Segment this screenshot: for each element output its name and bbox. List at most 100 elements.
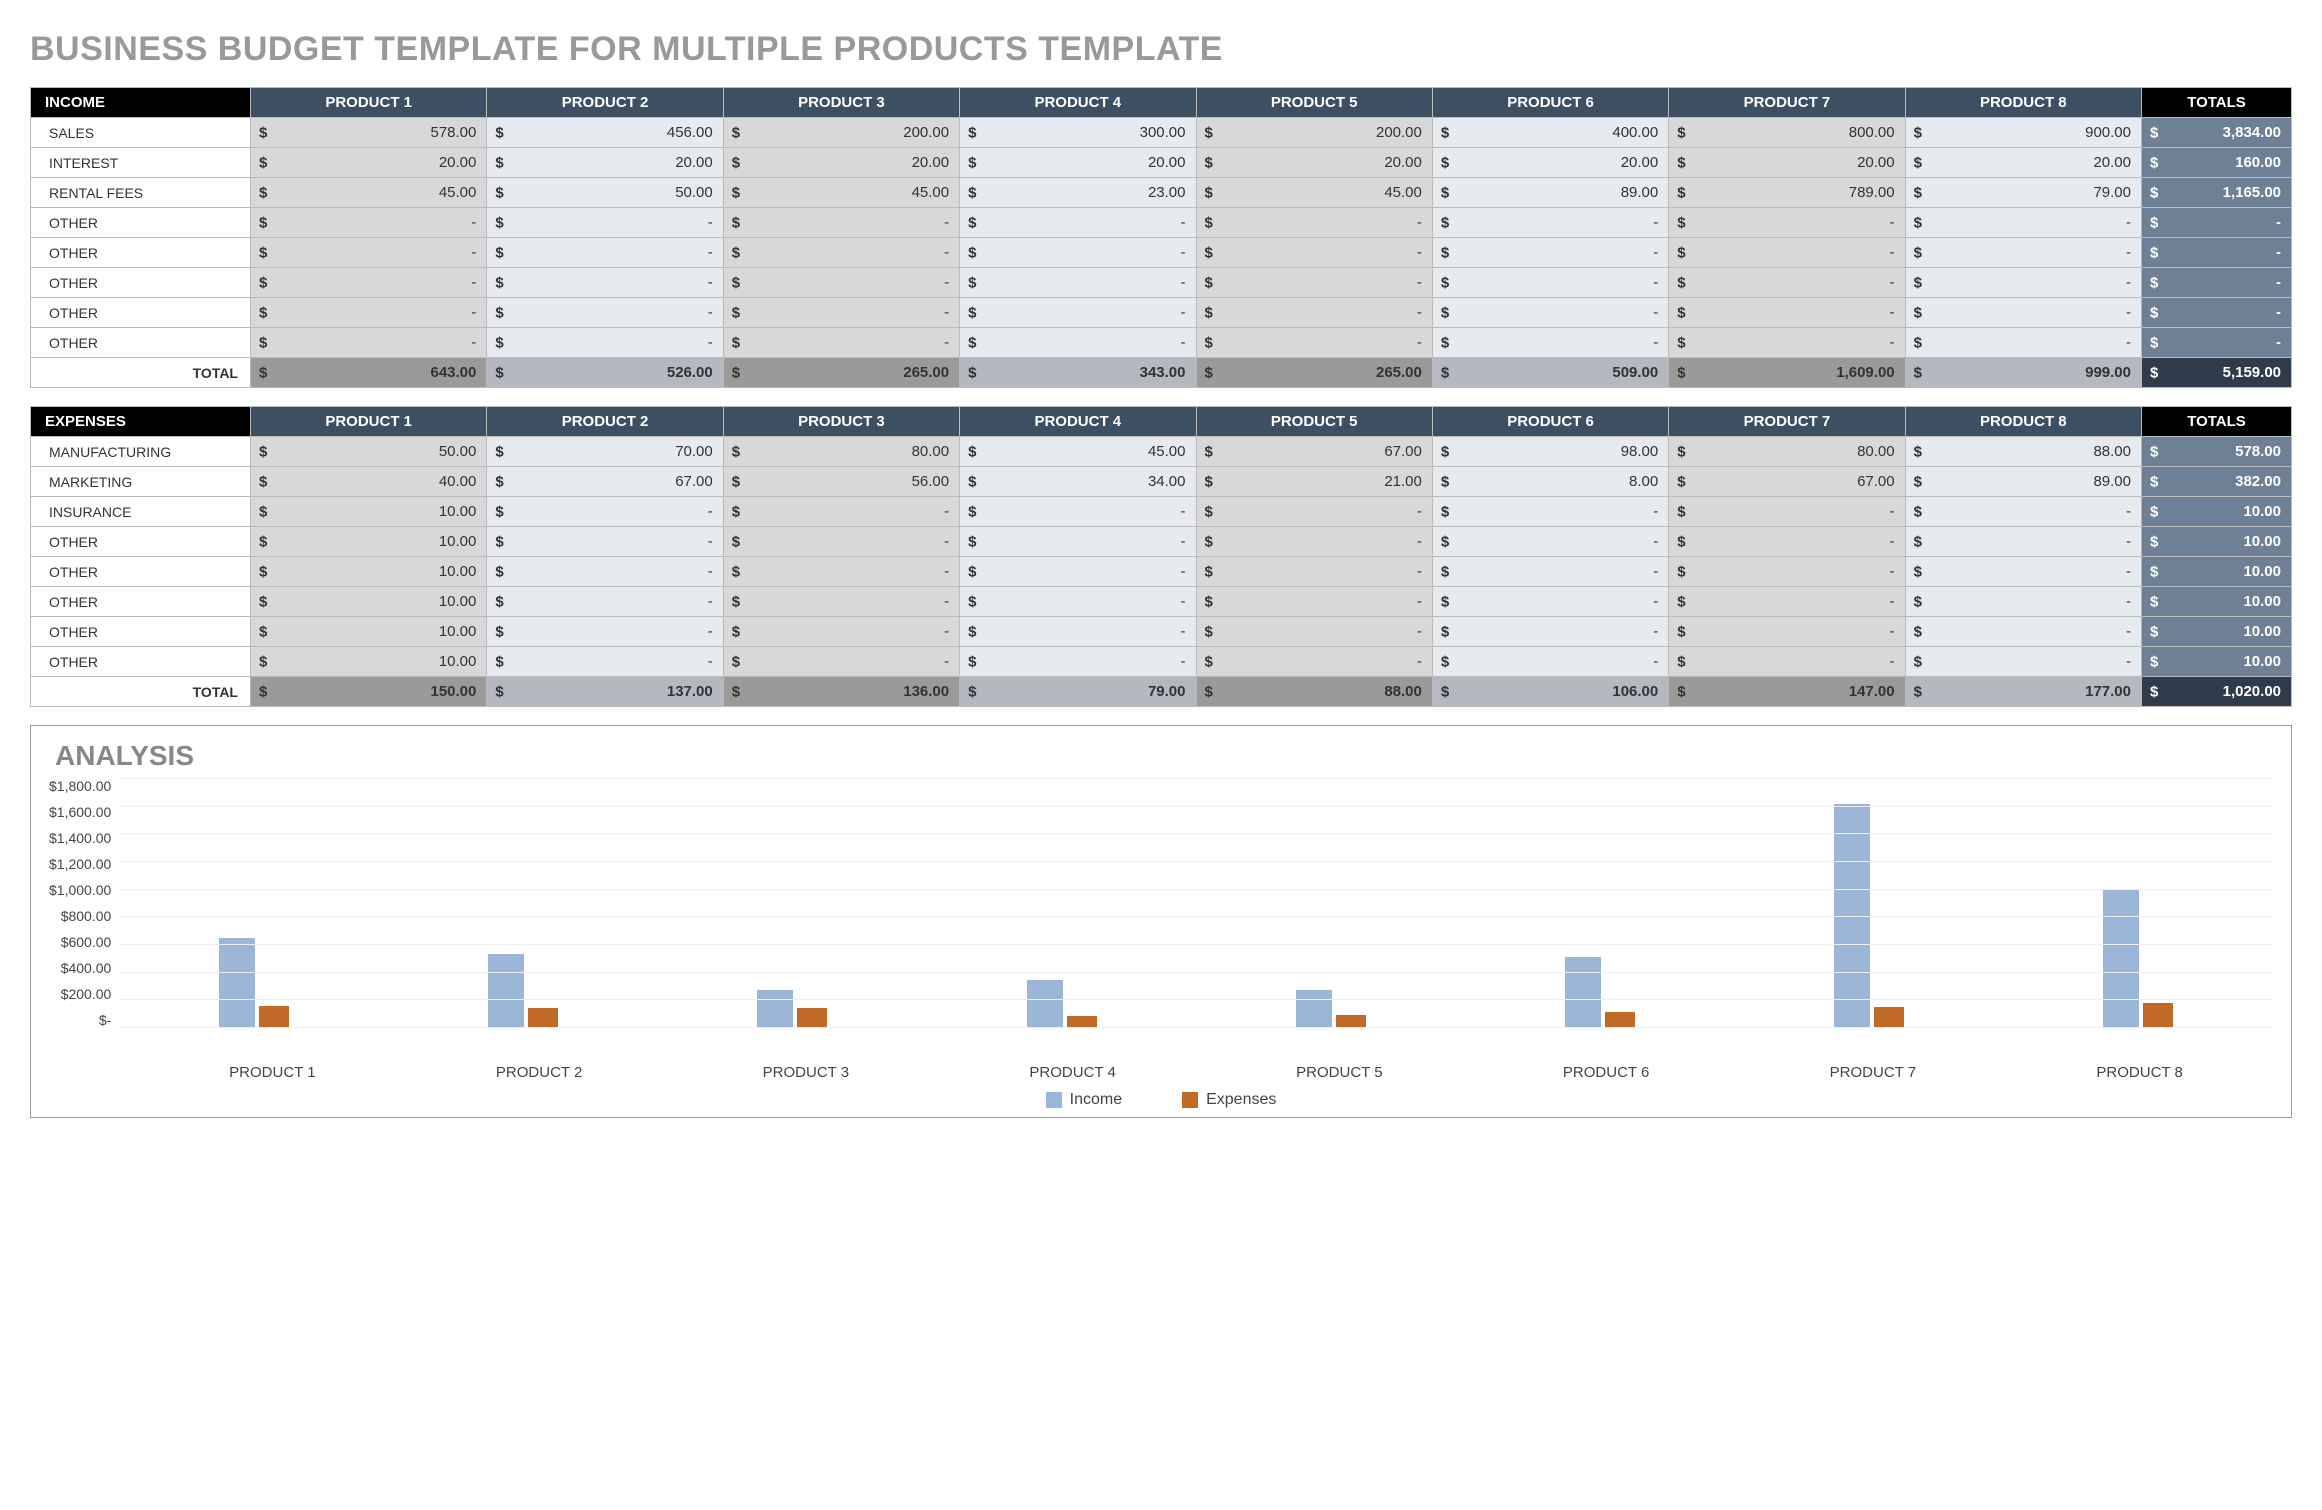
data-cell[interactable]: $- (723, 208, 959, 238)
data-cell[interactable]: $- (1669, 497, 1905, 527)
data-cell[interactable]: $- (487, 268, 723, 298)
data-cell[interactable]: $- (1669, 527, 1905, 557)
data-cell[interactable]: $10.00 (251, 617, 487, 647)
data-cell[interactable]: $- (723, 527, 959, 557)
data-cell[interactable]: $10.00 (251, 647, 487, 677)
data-cell[interactable]: $45.00 (960, 437, 1196, 467)
data-cell[interactable]: $- (1669, 647, 1905, 677)
data-cell[interactable]: $- (1669, 328, 1905, 358)
data-cell[interactable]: $- (723, 497, 959, 527)
data-cell[interactable]: $- (1905, 617, 2141, 647)
data-cell[interactable]: $- (960, 497, 1196, 527)
data-cell[interactable]: $- (251, 298, 487, 328)
data-cell[interactable]: $- (487, 527, 723, 557)
data-cell[interactable]: $- (1669, 268, 1905, 298)
data-cell[interactable]: $- (723, 238, 959, 268)
data-cell[interactable]: $34.00 (960, 467, 1196, 497)
data-cell[interactable]: $45.00 (723, 178, 959, 208)
data-cell[interactable]: $- (1196, 238, 1432, 268)
data-cell[interactable]: $- (487, 298, 723, 328)
data-cell[interactable]: $456.00 (487, 118, 723, 148)
data-cell[interactable]: $800.00 (1669, 118, 1905, 148)
data-cell[interactable]: $- (1432, 497, 1668, 527)
data-cell[interactable]: $900.00 (1905, 118, 2141, 148)
data-cell[interactable]: $20.00 (1432, 148, 1668, 178)
data-cell[interactable]: $- (723, 587, 959, 617)
data-cell[interactable]: $- (1432, 617, 1668, 647)
data-cell[interactable]: $578.00 (251, 118, 487, 148)
data-cell[interactable]: $- (1669, 208, 1905, 238)
data-cell[interactable]: $23.00 (960, 178, 1196, 208)
data-cell[interactable]: $- (1905, 328, 2141, 358)
data-cell[interactable]: $- (1669, 298, 1905, 328)
data-cell[interactable]: $- (1196, 328, 1432, 358)
data-cell[interactable]: $- (960, 328, 1196, 358)
data-cell[interactable]: $- (723, 647, 959, 677)
data-cell[interactable]: $10.00 (251, 557, 487, 587)
data-cell[interactable]: $- (1905, 497, 2141, 527)
data-cell[interactable]: $50.00 (487, 178, 723, 208)
data-cell[interactable]: $789.00 (1669, 178, 1905, 208)
data-cell[interactable]: $20.00 (1905, 148, 2141, 178)
data-cell[interactable]: $- (723, 617, 959, 647)
data-cell[interactable]: $- (487, 238, 723, 268)
data-cell[interactable]: $- (251, 328, 487, 358)
data-cell[interactable]: $- (960, 617, 1196, 647)
data-cell[interactable]: $- (723, 557, 959, 587)
data-cell[interactable]: $- (251, 238, 487, 268)
data-cell[interactable]: $200.00 (1196, 118, 1432, 148)
data-cell[interactable]: $- (1196, 527, 1432, 557)
data-cell[interactable]: $- (487, 557, 723, 587)
data-cell[interactable]: $- (1669, 617, 1905, 647)
data-cell[interactable]: $- (960, 208, 1196, 238)
data-cell[interactable]: $- (723, 298, 959, 328)
data-cell[interactable]: $- (1432, 268, 1668, 298)
data-cell[interactable]: $- (1432, 298, 1668, 328)
data-cell[interactable]: $- (487, 647, 723, 677)
data-cell[interactable]: $- (1905, 298, 2141, 328)
data-cell[interactable]: $20.00 (251, 148, 487, 178)
data-cell[interactable]: $- (1432, 587, 1668, 617)
data-cell[interactable]: $- (1432, 328, 1668, 358)
data-cell[interactable]: $- (1905, 208, 2141, 238)
data-cell[interactable]: $98.00 (1432, 437, 1668, 467)
data-cell[interactable]: $- (960, 557, 1196, 587)
data-cell[interactable]: $80.00 (723, 437, 959, 467)
data-cell[interactable]: $79.00 (1905, 178, 2141, 208)
data-cell[interactable]: $56.00 (723, 467, 959, 497)
data-cell[interactable]: $- (251, 208, 487, 238)
data-cell[interactable]: $67.00 (1196, 437, 1432, 467)
data-cell[interactable]: $88.00 (1905, 437, 2141, 467)
data-cell[interactable]: $- (960, 268, 1196, 298)
data-cell[interactable]: $- (1905, 557, 2141, 587)
data-cell[interactable]: $10.00 (251, 497, 487, 527)
data-cell[interactable]: $45.00 (1196, 178, 1432, 208)
data-cell[interactable]: $400.00 (1432, 118, 1668, 148)
data-cell[interactable]: $- (960, 647, 1196, 677)
data-cell[interactable]: $- (1196, 208, 1432, 238)
data-cell[interactable]: $- (1905, 268, 2141, 298)
data-cell[interactable]: $- (487, 617, 723, 647)
data-cell[interactable]: $- (1196, 617, 1432, 647)
data-cell[interactable]: $45.00 (251, 178, 487, 208)
data-cell[interactable]: $- (1905, 527, 2141, 557)
data-cell[interactable]: $67.00 (1669, 467, 1905, 497)
data-cell[interactable]: $- (1669, 238, 1905, 268)
data-cell[interactable]: $- (1196, 647, 1432, 677)
data-cell[interactable]: $20.00 (960, 148, 1196, 178)
data-cell[interactable]: $- (1196, 587, 1432, 617)
data-cell[interactable]: $- (1432, 238, 1668, 268)
data-cell[interactable]: $300.00 (960, 118, 1196, 148)
data-cell[interactable]: $- (960, 238, 1196, 268)
data-cell[interactable]: $8.00 (1432, 467, 1668, 497)
data-cell[interactable]: $20.00 (723, 148, 959, 178)
data-cell[interactable]: $89.00 (1905, 467, 2141, 497)
data-cell[interactable]: $20.00 (1669, 148, 1905, 178)
data-cell[interactable]: $70.00 (487, 437, 723, 467)
data-cell[interactable]: $- (487, 208, 723, 238)
data-cell[interactable]: $- (1432, 527, 1668, 557)
data-cell[interactable]: $- (1432, 208, 1668, 238)
data-cell[interactable]: $200.00 (723, 118, 959, 148)
data-cell[interactable]: $10.00 (251, 587, 487, 617)
data-cell[interactable]: $- (1905, 647, 2141, 677)
